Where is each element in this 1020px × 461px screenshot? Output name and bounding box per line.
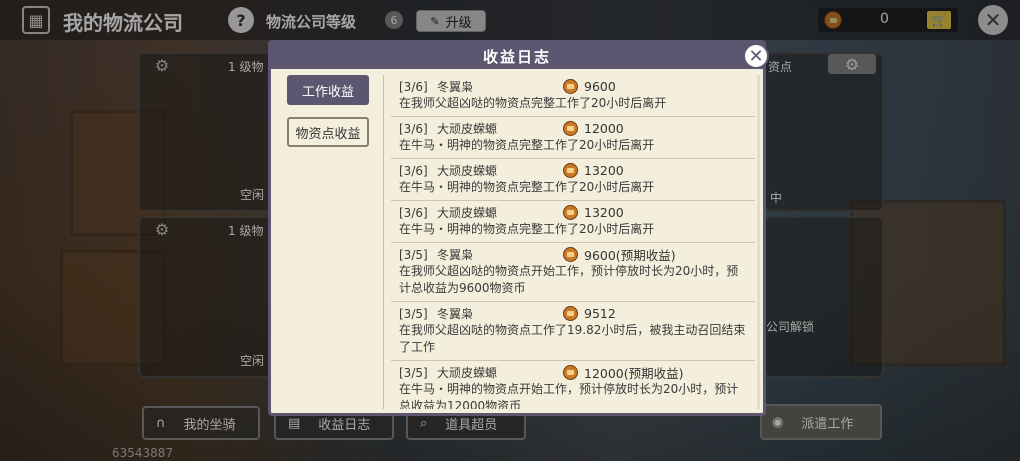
divider	[383, 75, 384, 409]
entry-date: [3/5]	[399, 365, 428, 380]
entry-amount: 13200	[584, 163, 624, 178]
log-entry: [3/6] 大顽皮蝾螈 12000 在牛马・明神的物资点完整工作了20小时后离开	[391, 117, 755, 159]
entry-amount: 13200	[584, 205, 624, 220]
entry-description: 在我师父超凶哒的物资点完整工作了20小时后离开	[399, 96, 667, 110]
entry-header: [3/6] 大顽皮蝾螈 12000	[399, 120, 749, 137]
entry-description: 在牛马・明神的物资点完整工作了20小时后离开	[399, 222, 655, 236]
entry-date: [3/6]	[399, 79, 428, 94]
income-log-list[interactable]: [3/6] 冬翼枭 9600 在我师父超凶哒的物资点完整工作了20小时后离开 [3/6]…	[391, 75, 755, 409]
entry-creature-name: 冬翼枭	[437, 80, 474, 94]
entry-date: [3/6]	[399, 121, 428, 136]
income-log-modal: 收益日志 ✕ 工作收益 物资点收益 [3/6] 冬翼枭 9600 在我师父超凶哒的物资…	[268, 40, 769, 416]
entry-creature-name: 大顽皮蝾螈	[437, 206, 498, 220]
entry-creature-name: 冬翼枭	[437, 307, 474, 321]
entry-creature-name: 大顽皮蝾螈	[437, 164, 498, 178]
coin-icon	[563, 79, 578, 94]
entry-header: [3/5] 冬翼枭 9512	[399, 305, 749, 322]
log-entry: [3/6] 大顽皮蝾螈 13200 在牛马・明神的物资点完整工作了20小时后离开	[391, 201, 755, 243]
entry-amount: 12000(预期收益)	[584, 366, 684, 381]
entry-header: [3/5] 冬翼枭 9600(预期收益)	[399, 246, 749, 263]
entry-date: [3/5]	[399, 306, 428, 321]
entry-header: [3/6] 大顽皮蝾螈 13200	[399, 204, 749, 221]
log-entry: [3/6] 大顽皮蝾螈 13200 在牛马・明神的物资点完整工作了20小时后离开	[391, 159, 755, 201]
close-icon[interactable]: ✕	[743, 43, 769, 69]
entry-description: 在牛马・明神的物资点完整工作了20小时后离开	[399, 138, 655, 152]
entry-date: [3/6]	[399, 163, 428, 178]
modal-header: 收益日志	[271, 43, 763, 69]
entry-header: [3/6] 冬翼枭 9600	[399, 78, 749, 95]
tab-work-income[interactable]: 工作收益	[287, 75, 369, 105]
entry-amount: 9512	[584, 306, 616, 321]
scrollbar[interactable]	[757, 75, 760, 409]
entry-description: 在我师父超凶哒的物资点工作了19.82小时后，被我主动召回结束了工作	[399, 323, 746, 354]
log-entry: [3/5] 大顽皮蝾螈 12000(预期收益) 在牛马・明神的物资点开始工作，预计停放…	[391, 361, 755, 409]
entry-description: 在牛马・明神的物资点完整工作了20小时后离开	[399, 180, 655, 194]
entry-creature-name: 大顽皮蝾螈	[437, 366, 498, 380]
coin-icon	[563, 163, 578, 178]
log-entry: [3/5] 冬翼枭 9600(预期收益) 在我师父超凶哒的物资点开始工作，预计停放时长…	[391, 243, 755, 302]
entry-amount: 9600(预期收益)	[584, 248, 676, 263]
entry-creature-name: 大顽皮蝾螈	[437, 122, 498, 136]
entry-amount: 12000	[584, 121, 624, 136]
log-entry: [3/6] 冬翼枭 9600 在我师父超凶哒的物资点完整工作了20小时后离开	[391, 75, 755, 117]
entry-description: 在牛马・明神的物资点开始工作，预计停放时长为20小时，预计总收益为12000物资…	[399, 382, 739, 409]
modal-title: 收益日志	[482, 47, 551, 66]
tab-station-income[interactable]: 物资点收益	[287, 117, 369, 147]
entry-amount: 9600	[584, 79, 616, 94]
entry-header: [3/6] 大顽皮蝾螈 13200	[399, 162, 749, 179]
entry-description: 在我师父超凶哒的物资点开始工作，预计停放时长为20小时，预计总收益为9600物资…	[399, 264, 739, 295]
coin-icon	[563, 365, 578, 380]
entry-date: [3/5]	[399, 247, 428, 262]
coin-icon	[563, 247, 578, 262]
entry-header: [3/5] 大顽皮蝾螈 12000(预期收益)	[399, 364, 749, 381]
coin-icon	[563, 306, 578, 321]
coin-icon	[563, 121, 578, 136]
log-entry: [3/5] 冬翼枭 9512 在我师父超凶哒的物资点工作了19.82小时后，被我主动召…	[391, 302, 755, 361]
coin-icon	[563, 205, 578, 220]
entry-creature-name: 冬翼枭	[437, 248, 474, 262]
entry-date: [3/6]	[399, 205, 428, 220]
